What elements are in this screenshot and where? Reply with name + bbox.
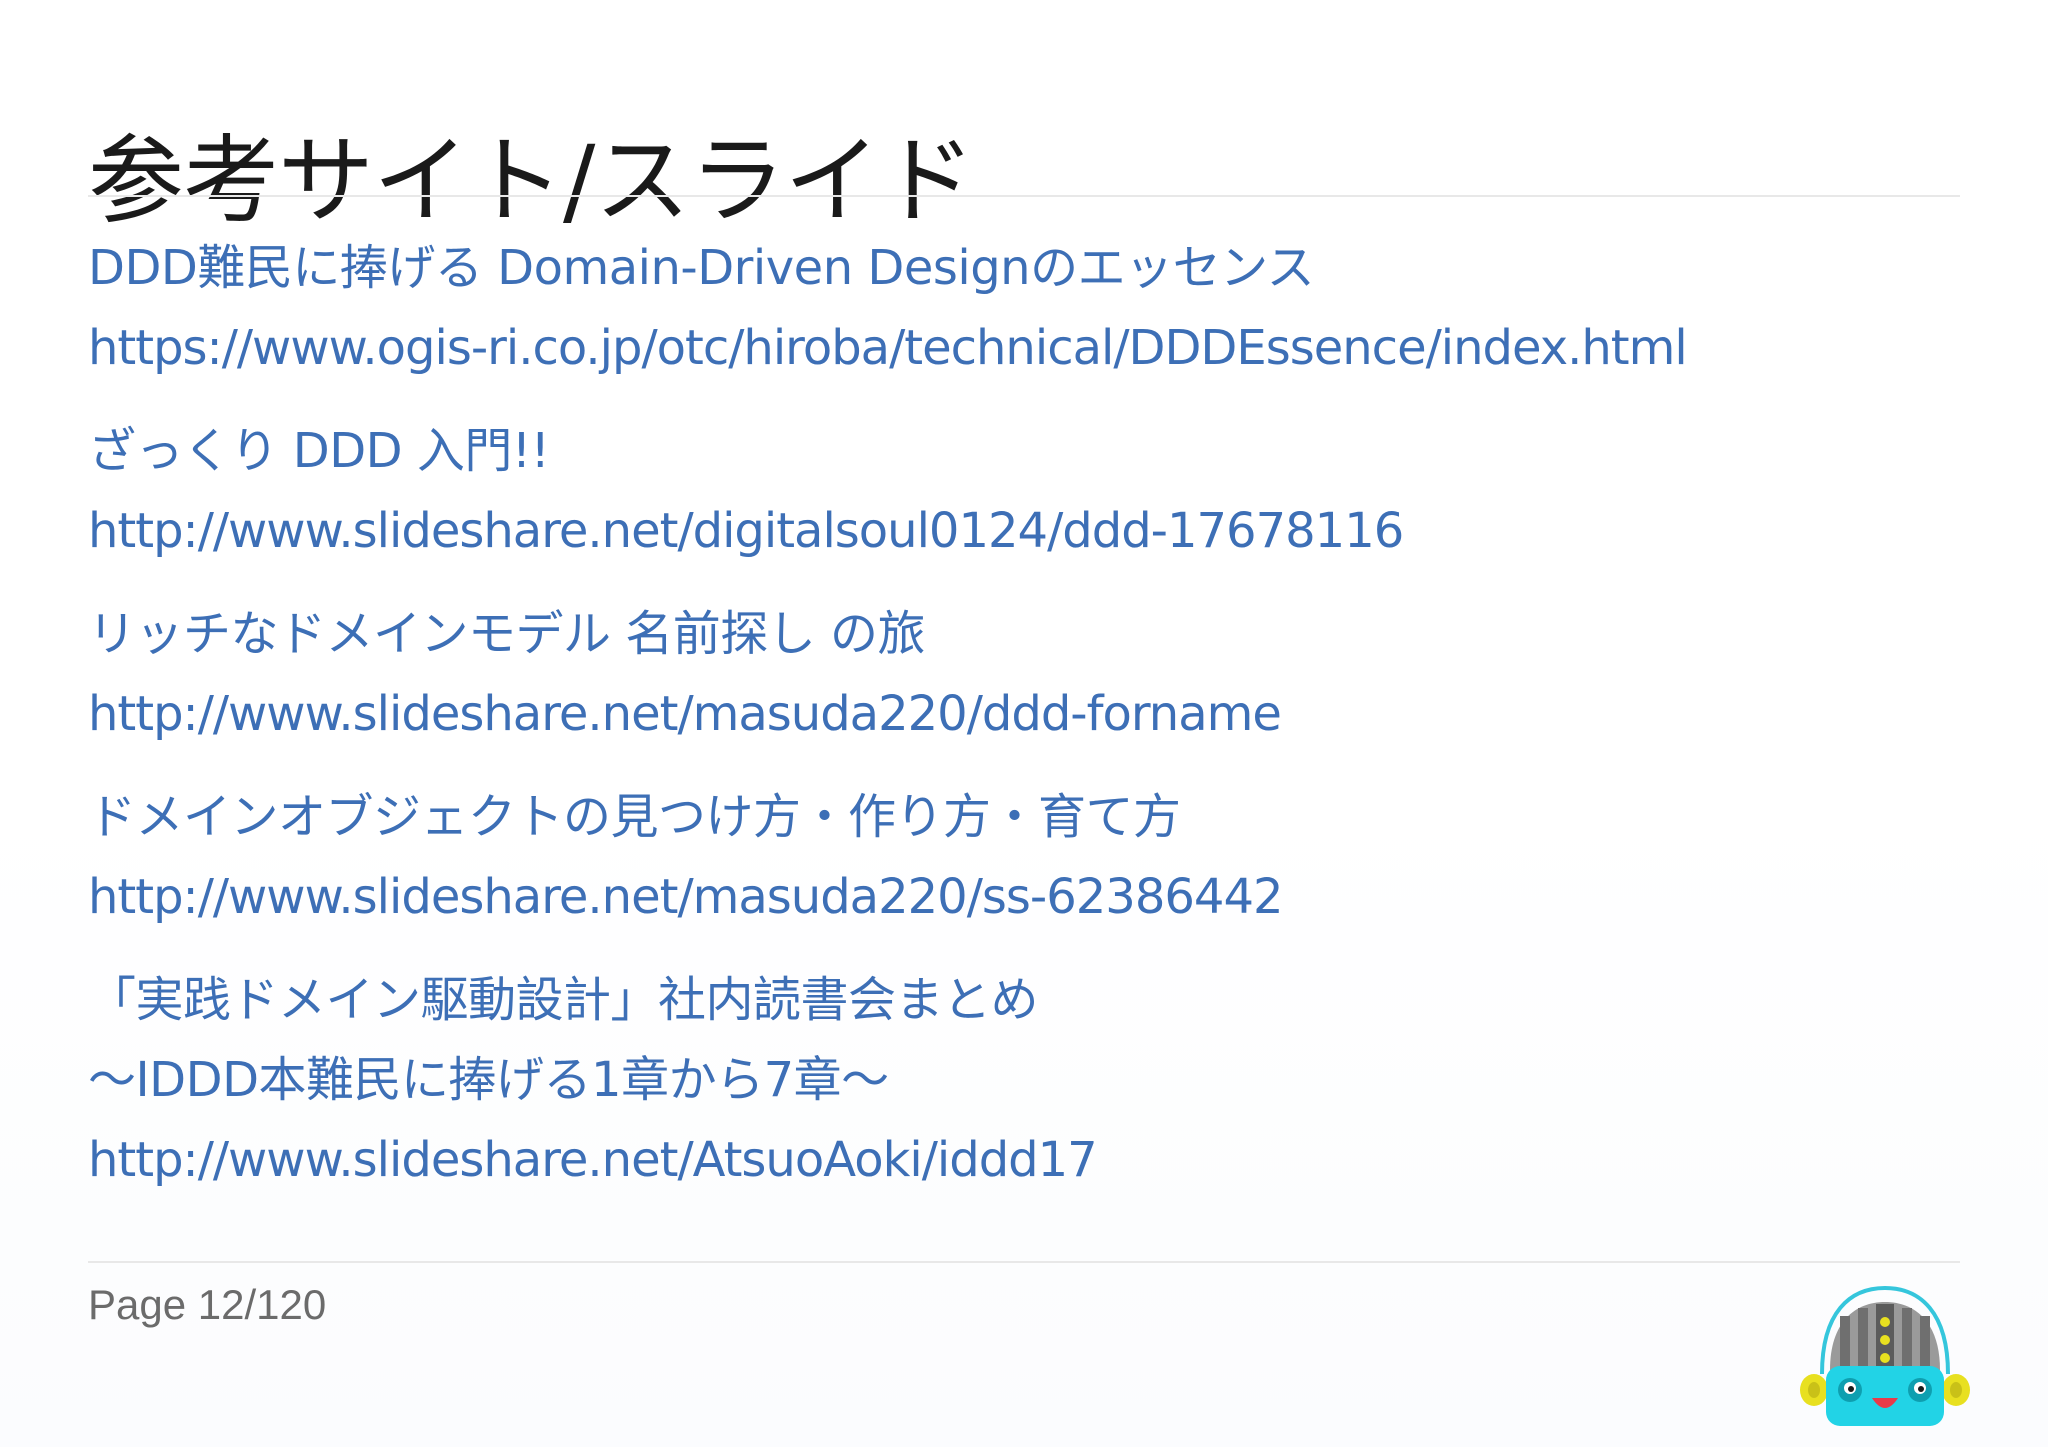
- reference-title-link[interactable]: ざっくり DDD 入門!!: [88, 411, 1960, 491]
- robot-mascot-icon: [1800, 1285, 1970, 1426]
- reference-url-link[interactable]: http://www.slideshare.net/masuda220/ddd-…: [88, 674, 1960, 754]
- reference-item: 「実践ドメイン駆動設計」社内読書会まとめ 〜IDDD本難民に捧げる1章から7章〜 h…: [88, 960, 1960, 1200]
- reference-url-link[interactable]: http://www.slideshare.net/masuda220/ss-6…: [88, 857, 1960, 937]
- footer-divider: [88, 1261, 1960, 1263]
- slide: 参考サイト/スライド DDD難民に捧げる Domain-Driven Desig…: [0, 0, 2048, 1447]
- reference-title-link[interactable]: DDD難民に捧げる Domain-Driven Designのエッセンス: [88, 228, 1960, 308]
- reference-url-link[interactable]: https://www.ogis-ri.co.jp/otc/hiroba/tec…: [88, 308, 1960, 388]
- reference-list: DDD難民に捧げる Domain-Driven Designのエッセンス http…: [88, 228, 1960, 1223]
- reference-item: DDD難民に捧げる Domain-Driven Designのエッセンス http…: [88, 228, 1960, 388]
- slide-title: 参考サイト/スライド: [88, 125, 975, 238]
- reference-title-link[interactable]: リッチなドメインモデル 名前探し の旅: [88, 594, 1960, 674]
- title-divider: [88, 195, 1960, 197]
- reference-item: リッチなドメインモデル 名前探し の旅 http://www.slideshare…: [88, 594, 1960, 754]
- reference-url-link[interactable]: http://www.slideshare.net/AtsuoAoki/iddd…: [88, 1120, 1960, 1200]
- reference-url-link[interactable]: http://www.slideshare.net/digitalsoul012…: [88, 491, 1960, 571]
- reference-item: ざっくり DDD 入門!! http://www.slideshare.net/d…: [88, 411, 1960, 571]
- page-number: Page 12/120: [88, 1281, 327, 1328]
- reference-item: ドメインオブジェクトの見つけ方・作り方・育て方 http://www.slides…: [88, 777, 1960, 937]
- reference-title-link[interactable]: 〜IDDD本難民に捧げる1章から7章〜: [88, 1040, 1960, 1120]
- reference-title-link[interactable]: 「実践ドメイン駆動設計」社内読書会まとめ: [88, 960, 1960, 1040]
- reference-title-link[interactable]: ドメインオブジェクトの見つけ方・作り方・育て方: [88, 777, 1960, 857]
